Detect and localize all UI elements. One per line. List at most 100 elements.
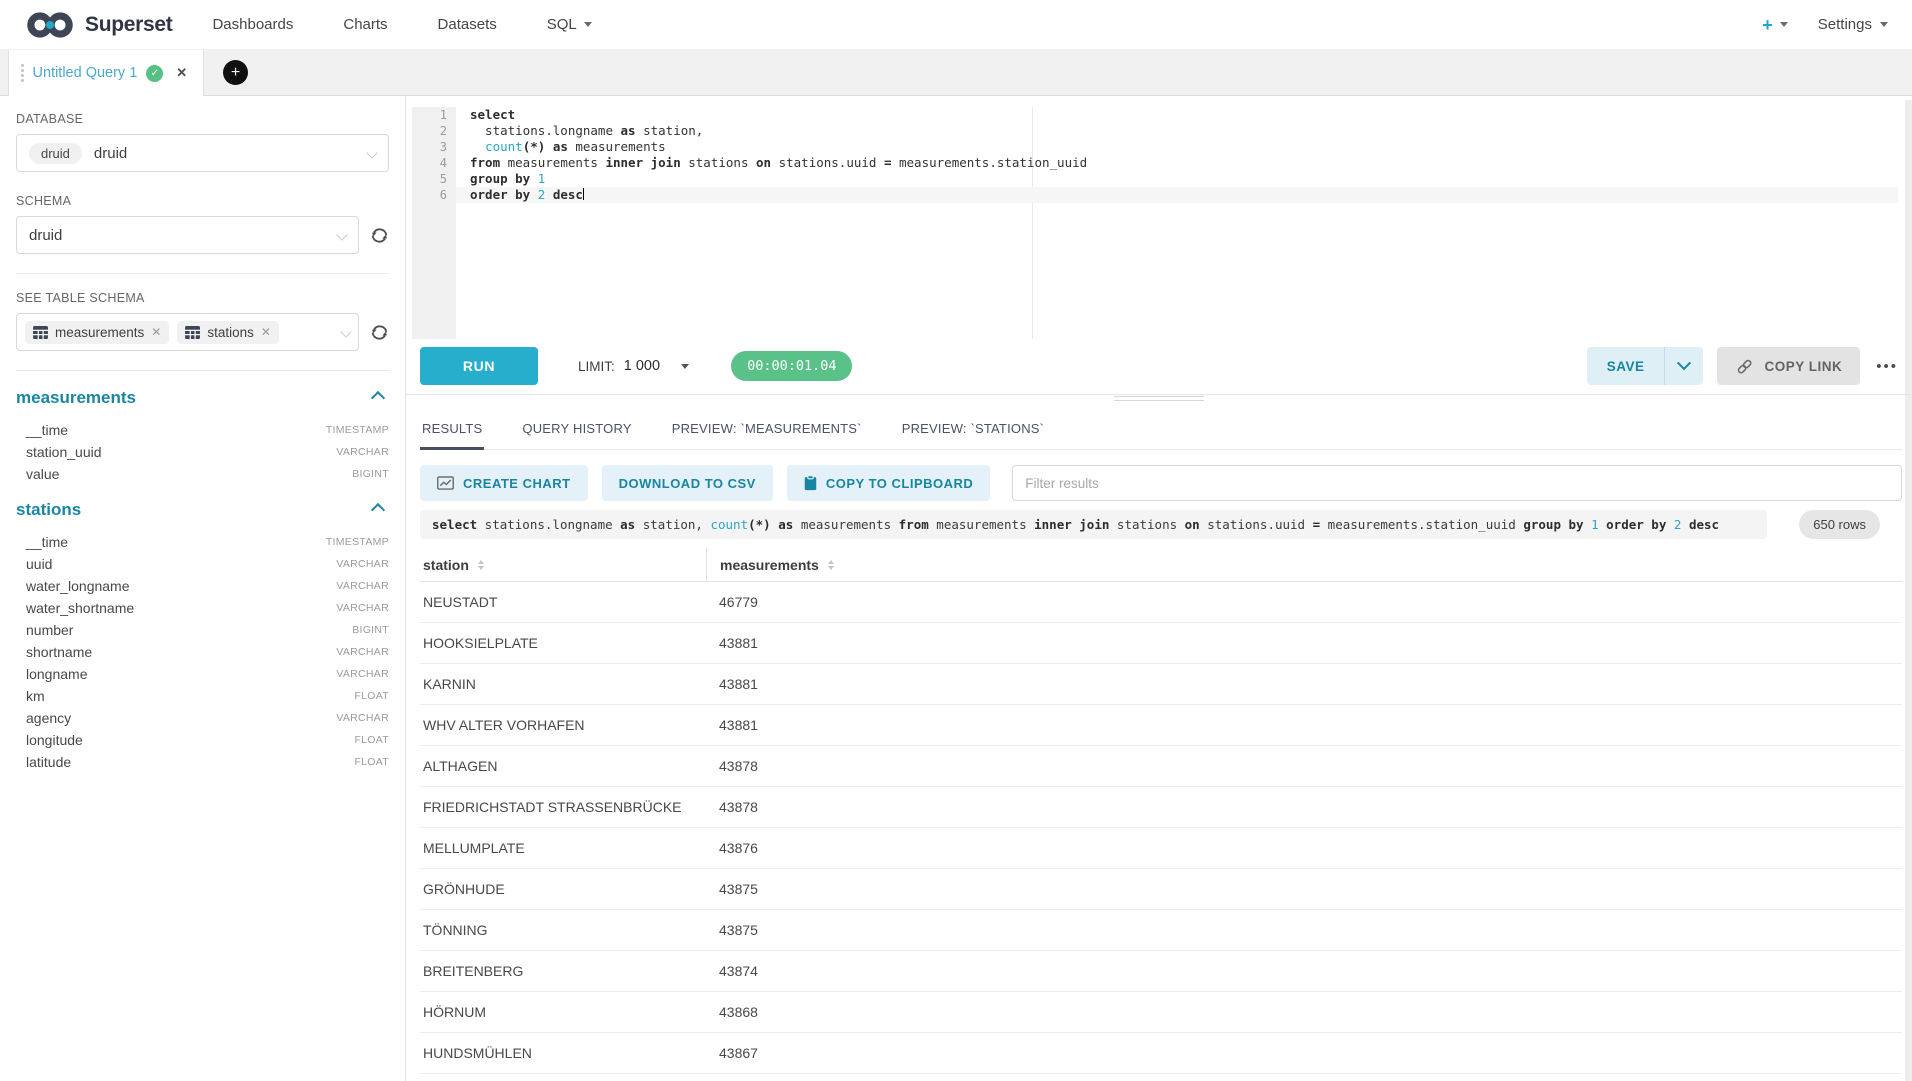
- new-query-plus-button[interactable]: +: [1762, 16, 1788, 34]
- nav-item-charts[interactable]: Charts: [343, 16, 387, 33]
- results-tab-query-history[interactable]: QUERY HISTORY: [520, 415, 633, 450]
- settings-menu[interactable]: Settings: [1818, 16, 1888, 33]
- sql-code-editor[interactable]: 1select2 stations.longname as station,3 …: [412, 107, 1898, 339]
- results-tab-preview-stations[interactable]: PREVIEW: `STATIONS`: [900, 415, 1046, 450]
- column-row: uuid VARCHAR: [16, 553, 389, 575]
- column-header-measurements[interactable]: measurements: [706, 548, 1902, 581]
- sql-lab-sidebar: DATABASE druid druid SCHEMA druid: [0, 96, 406, 1081]
- database-label: DATABASE: [16, 112, 389, 126]
- column-type: TIMESTAMP: [326, 424, 389, 436]
- table-row: KARNIN43881: [420, 664, 1902, 705]
- splitter-grip[interactable]: [1114, 396, 1204, 401]
- save-dropdown-toggle[interactable]: [1664, 347, 1703, 385]
- create-chart-button[interactable]: CREATE CHART: [420, 465, 588, 501]
- results-actions: CREATE CHART DOWNLOAD TO CSV COPY TO CLIPB…: [420, 465, 1902, 501]
- copy-link-label: COPY LINK: [1764, 359, 1842, 374]
- add-tab-button[interactable]: +: [223, 60, 248, 85]
- column-row: water_shortnameVARCHAR: [16, 597, 389, 619]
- text-cursor: [583, 188, 585, 200]
- run-query-button[interactable]: RUN: [420, 347, 538, 385]
- column-type: BIGINT: [352, 468, 389, 480]
- remove-chip-icon[interactable]: ✕: [151, 325, 161, 339]
- clipboard-icon: [804, 475, 817, 491]
- schema-select[interactable]: druid: [16, 216, 359, 254]
- table-row: GRÖNHUDE43875: [420, 869, 1902, 910]
- nav-menu: Dashboards Charts Datasets SQL: [212, 16, 641, 33]
- table-schema-select[interactable]: measurements✕ stations✕: [16, 313, 359, 351]
- results-pane: RESULTS QUERY HISTORY PREVIEW: `MEASUREMEN…: [406, 403, 1912, 1081]
- refresh-schema-button[interactable]: [370, 226, 389, 245]
- line-number: 2: [412, 123, 456, 139]
- column-type: FLOAT: [354, 734, 389, 746]
- download-to-csv-button[interactable]: DOWNLOAD TO CSV: [602, 465, 773, 501]
- line-number: 4: [412, 155, 456, 171]
- chevron-down-icon: [366, 147, 377, 158]
- chevron-down-icon: [340, 326, 351, 337]
- plus-icon: +: [1762, 16, 1773, 34]
- column-row: kmFLOAT: [16, 685, 389, 707]
- column-row: shortnameVARCHAR: [16, 641, 389, 663]
- success-check-icon: ✓: [146, 65, 163, 82]
- line-code: group by 1: [456, 171, 1898, 187]
- line-code: from measurements inner join stations on…: [456, 155, 1898, 171]
- cell-station: ALTHAGEN: [420, 758, 706, 774]
- save-query-button[interactable]: SAVE: [1587, 347, 1704, 385]
- scrollbar[interactable]: [1905, 100, 1912, 1081]
- chevron-down-icon: [584, 22, 592, 27]
- refresh-tables-button[interactable]: [370, 323, 389, 342]
- table-chip-stations[interactable]: stations✕: [177, 321, 279, 344]
- cell-station: HÖRNUM: [420, 1004, 706, 1020]
- column-name: uuid: [26, 556, 52, 572]
- action-button-label: CREATE CHART: [463, 476, 571, 491]
- results-tab-preview-measurements[interactable]: PREVIEW: `MEASUREMENTS`: [670, 415, 864, 450]
- top-nav: Superset Dashboards Charts Datasets SQL + S…: [0, 0, 1912, 50]
- column-row: valueBIGINT: [16, 463, 389, 485]
- copy-to-clipboard-button[interactable]: COPY TO CLIPBOARD: [787, 465, 990, 501]
- table-row: MELLUMPLATE43876: [420, 828, 1902, 869]
- database-value: druid: [94, 145, 127, 162]
- link-icon: [1735, 357, 1754, 376]
- column-name: __time: [26, 422, 68, 438]
- limit-value: 1 000: [624, 358, 660, 374]
- column-row: __timeTIMESTAMP: [16, 531, 389, 553]
- editor-line: 6order by 2 desc: [412, 187, 1898, 203]
- column-name: agency: [26, 710, 71, 726]
- cell-station: NEUSTADT: [420, 594, 706, 610]
- table-row: FRIEDRICHSTADT STRASSENBRÜCKE43878: [420, 787, 1902, 828]
- copy-link-button[interactable]: COPY LINK: [1717, 347, 1860, 385]
- chevron-up-icon: [371, 391, 385, 405]
- column-type: TIMESTAMP: [326, 536, 389, 548]
- drag-handle-icon[interactable]: [21, 64, 24, 82]
- cell-measurements: 43875: [706, 922, 758, 938]
- nav-item-sql[interactable]: SQL: [547, 16, 592, 33]
- more-actions-button[interactable]: •••: [1876, 358, 1898, 375]
- cell-station: BREITENBERG: [420, 963, 706, 979]
- schema-table-header-stations[interactable]: stations: [16, 500, 389, 520]
- nav-item-dashboards[interactable]: Dashboards: [212, 16, 293, 33]
- tab-untitled-query-1[interactable]: Untitled Query 1 ✓ ✕: [8, 50, 204, 96]
- table-chip-measurements[interactable]: measurements✕: [25, 321, 169, 344]
- superset-logo[interactable]: Superset: [24, 10, 172, 40]
- chevron-down-icon: [1780, 22, 1788, 27]
- chart-icon: [437, 476, 454, 490]
- column-header-station[interactable]: station: [420, 548, 706, 581]
- database-select[interactable]: druid druid: [16, 134, 389, 172]
- nav-item-label: Dashboards: [212, 16, 293, 33]
- refresh-icon: [370, 226, 389, 245]
- cell-station: MELLUMPLATE: [420, 840, 706, 856]
- cell-measurements: 43868: [706, 1004, 758, 1020]
- cell-measurements: 43881: [706, 717, 758, 733]
- tab-title: Untitled Query 1: [33, 65, 138, 81]
- results-tab-results[interactable]: RESULTS: [420, 415, 484, 450]
- remove-chip-icon[interactable]: ✕: [261, 325, 271, 339]
- table-row: ALTHAGEN43878: [420, 746, 1902, 787]
- table-name: stations: [16, 500, 81, 520]
- pane-splitter[interactable]: [406, 394, 1912, 403]
- chevron-down-icon: [1677, 356, 1691, 370]
- close-tab-icon[interactable]: ✕: [176, 65, 187, 81]
- filter-results-input[interactable]: [1012, 465, 1902, 501]
- limit-dropdown[interactable]: LIMIT: 1 000: [578, 358, 689, 374]
- nav-item-datasets[interactable]: Datasets: [438, 16, 497, 33]
- schema-table-header-measurements[interactable]: measurements: [16, 388, 389, 408]
- column-type: VARCHAR: [336, 558, 389, 570]
